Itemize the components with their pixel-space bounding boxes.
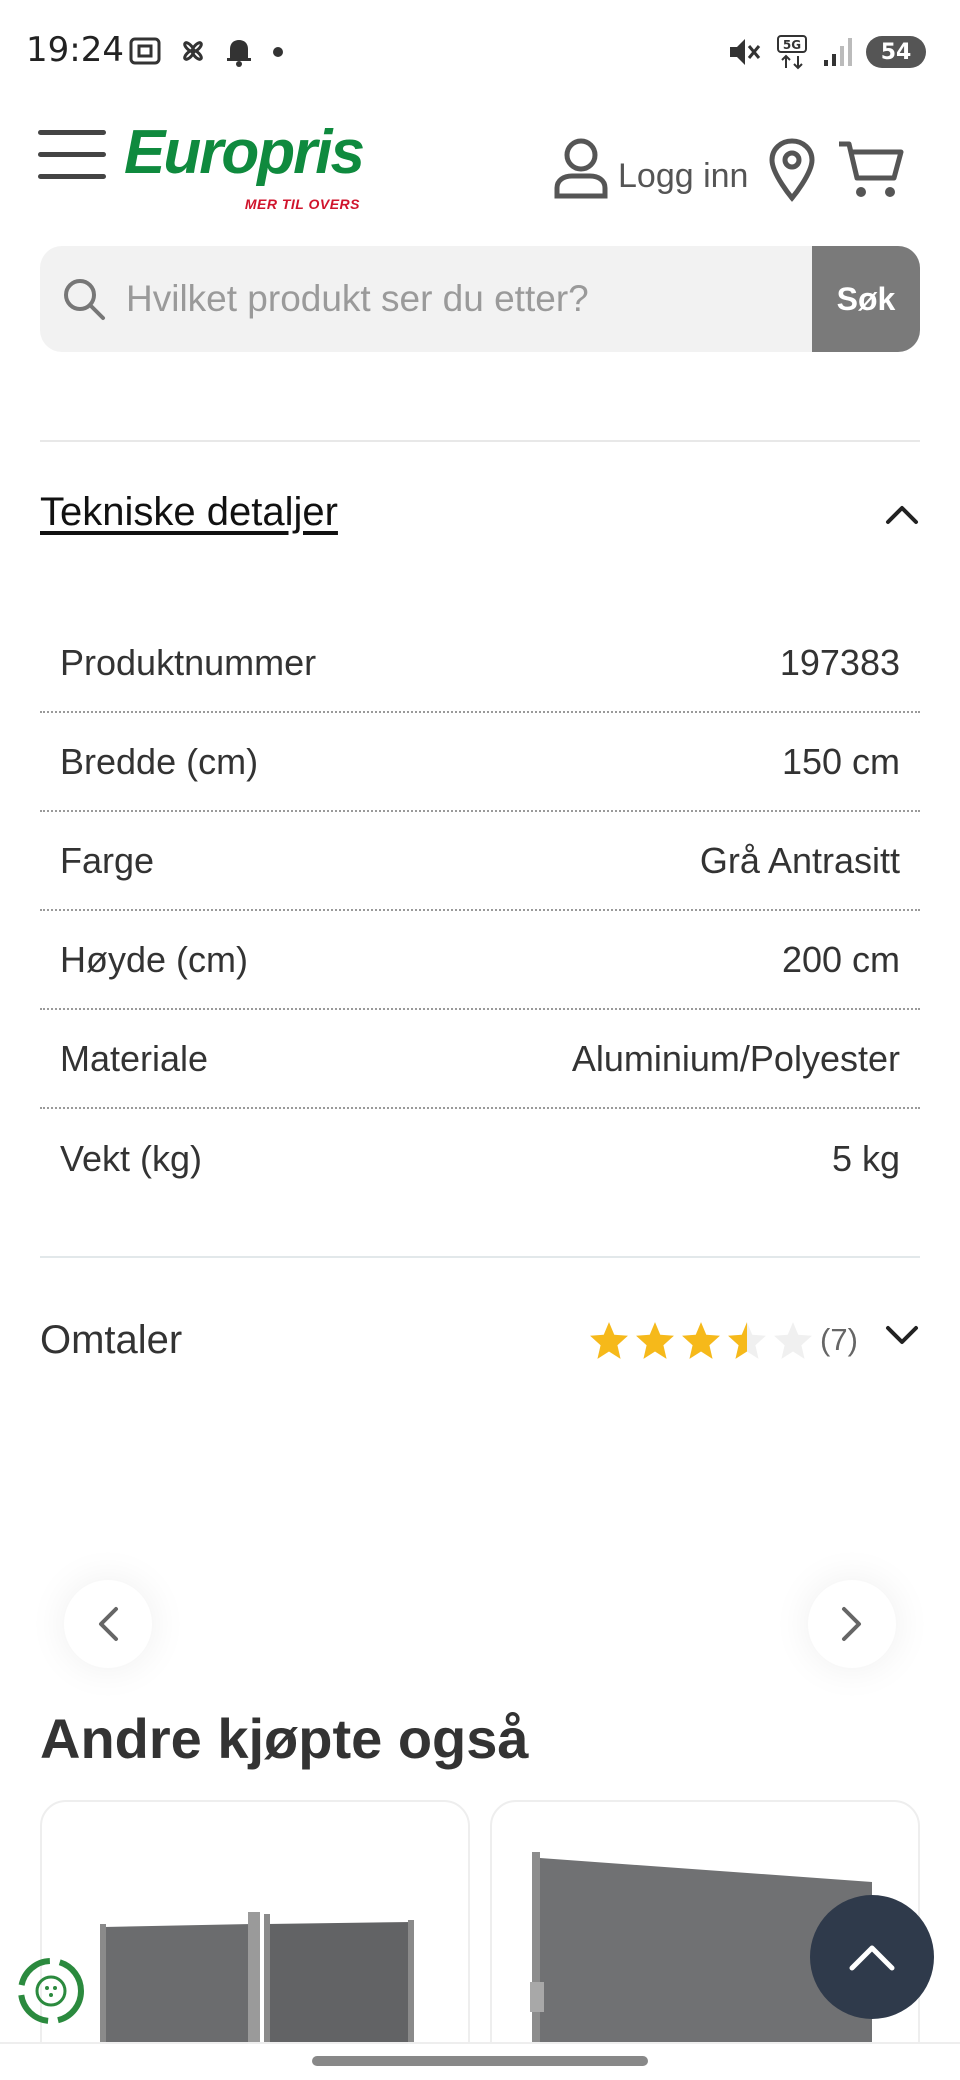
user-icon xyxy=(554,138,608,199)
spec-label: Høyde (cm) xyxy=(60,938,248,980)
status-notification-icons xyxy=(128,34,288,68)
also-bought-title: Andre kjøpte også xyxy=(40,1707,529,1770)
tech-details-header[interactable]: Tekniske detaljer xyxy=(40,490,920,560)
search-icon xyxy=(56,271,112,327)
carousel-next-button[interactable] xyxy=(808,1580,896,1668)
product-image xyxy=(100,1912,414,2080)
spec-row: Farge Grå Antrasitt xyxy=(40,812,920,911)
star-icon xyxy=(590,1322,628,1359)
scroll-to-top-button[interactable] xyxy=(810,1895,934,2019)
reviews-title: Omtaler xyxy=(40,1318,183,1362)
cart-icon xyxy=(839,141,904,197)
chevron-up-icon xyxy=(849,1945,895,1971)
logo-text: Europris xyxy=(124,118,365,187)
chevron-down-icon xyxy=(886,1326,918,1344)
section-divider xyxy=(40,440,920,442)
search-input[interactable] xyxy=(112,246,812,352)
spec-value: 197383 xyxy=(779,641,900,683)
location-pin-icon xyxy=(769,138,815,202)
spec-label: Vekt (kg) xyxy=(60,1137,203,1179)
screenshot-icon xyxy=(129,37,161,65)
network-5g-icon: 5G xyxy=(777,35,807,70)
battery-indicator: 54 xyxy=(866,36,926,68)
tech-details-title: Tekniske detaljer xyxy=(40,490,338,534)
star-icon xyxy=(682,1322,720,1359)
svg-text:5G: 5G xyxy=(783,38,801,52)
spec-row: Bredde (cm) 150 cm xyxy=(40,713,920,812)
chevron-up-icon xyxy=(886,506,918,524)
star-icon xyxy=(774,1322,812,1359)
mute-icon xyxy=(730,39,761,65)
star-icon xyxy=(636,1322,674,1359)
search-button[interactable]: Søk xyxy=(812,246,920,352)
spec-label: Farge xyxy=(60,839,155,881)
menu-button[interactable] xyxy=(38,130,106,182)
product-card[interactable] xyxy=(40,1800,470,2080)
search-bar: Søk xyxy=(40,246,920,352)
menu-icon-line xyxy=(38,174,106,179)
login-label: Logg inn xyxy=(618,156,749,195)
spec-value: Grå Antrasitt xyxy=(699,839,900,881)
spec-label: Materiale xyxy=(60,1037,209,1079)
reviews-header[interactable]: Omtaler (7) xyxy=(40,1310,920,1380)
tech-details-table: Produktnummer 197383 Bredde (cm) 150 cm … xyxy=(40,614,920,1208)
review-count: (7) xyxy=(820,1322,858,1357)
spec-label: Bredde (cm) xyxy=(60,740,259,782)
bell-icon xyxy=(227,40,251,67)
site-header: Europris MER TIL OVERS Logg inn xyxy=(0,108,960,228)
logo-tagline: MER TIL OVERS xyxy=(244,196,360,212)
spec-value: 5 kg xyxy=(831,1137,900,1179)
section-divider xyxy=(40,1256,920,1258)
status-bar: 19:24 5G 54 xyxy=(0,0,960,108)
dot-icon xyxy=(273,47,283,57)
cart-button[interactable] xyxy=(836,138,906,207)
star-icon xyxy=(728,1322,766,1359)
spec-row: Vekt (kg) 5 kg xyxy=(40,1109,920,1208)
status-time: 19:24 xyxy=(26,30,124,70)
spec-row: Høyde (cm) 200 cm xyxy=(40,911,920,1010)
carousel-prev-button[interactable] xyxy=(64,1580,152,1668)
spec-value: Aluminium/Polyester xyxy=(571,1037,900,1079)
spec-row: Materiale Aluminium/Polyester xyxy=(40,1010,920,1109)
europris-logo[interactable]: Europris MER TIL OVERS xyxy=(124,118,365,213)
store-locator-button[interactable] xyxy=(768,138,816,207)
chevron-right-icon xyxy=(842,1607,861,1641)
star-rating xyxy=(588,1320,814,1362)
eco-recycle-badge[interactable] xyxy=(14,1954,88,2028)
chevron-left-icon xyxy=(99,1607,118,1641)
login-button[interactable]: Logg inn xyxy=(552,136,748,200)
fan-icon xyxy=(183,41,203,61)
spec-value: 200 cm xyxy=(781,938,900,980)
spec-value: 150 cm xyxy=(781,740,900,782)
signal-icon xyxy=(824,38,852,66)
menu-icon-line xyxy=(38,152,106,157)
spec-label: Produktnummer xyxy=(60,641,317,683)
menu-icon-line xyxy=(38,130,106,135)
spec-row: Produktnummer 197383 xyxy=(40,614,920,713)
status-system-icons: 5G 54 xyxy=(726,34,926,70)
recycle-icon xyxy=(18,1958,84,2024)
home-indicator[interactable] xyxy=(312,2056,648,2066)
